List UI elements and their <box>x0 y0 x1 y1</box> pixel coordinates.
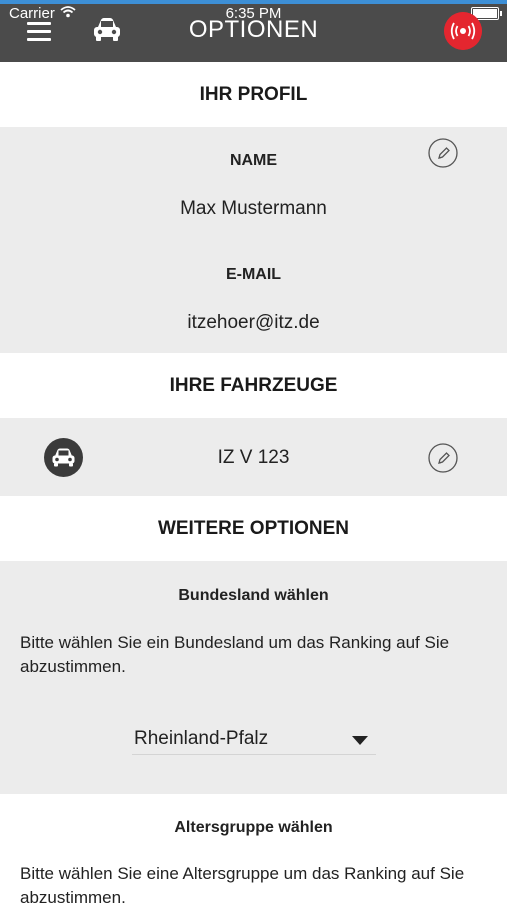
state-select[interactable]: Rheinland-Pfalz <box>132 722 376 755</box>
state-option-description: Bitte wählen Sie ein Bundesland um das R… <box>20 633 450 676</box>
more-options-section-title: WEITERE OPTIONEN <box>0 496 507 561</box>
age-option-title: Altersgruppe wählen <box>174 819 333 836</box>
page-title: OPTIONEN <box>188 16 319 43</box>
broadcast-icon[interactable] <box>444 12 482 50</box>
name-value: Max Mustermann <box>180 198 327 219</box>
edit-profile-pencil-icon[interactable] <box>428 138 458 168</box>
vehicle-row[interactable]: IZ V 123 <box>0 418 507 496</box>
header-accent-line <box>0 0 507 4</box>
state-select-value: Rheinland-Pfalz <box>134 728 269 749</box>
state-option-title: Bundesland wählen <box>178 587 329 604</box>
vehicles-section-title: IHRE FAHRZEUGE <box>0 353 507 418</box>
chevron-down-icon <box>352 736 368 745</box>
state-option-card: Bundesland wählen Bitte wählen Sie ein B… <box>0 561 507 794</box>
email-label: E-MAIL <box>225 266 282 283</box>
app-header: Carrier 6:35 PM OPTIONEN <box>0 0 507 62</box>
age-option-description: Bitte wählen Sie eine Altersgruppe um da… <box>20 864 465 907</box>
email-value: itzehoer@itz.de <box>187 312 320 333</box>
edit-vehicle-pencil-icon[interactable] <box>428 443 458 473</box>
profile-card: NAME Max Mustermann E-MAIL itzehoer@itz.… <box>0 127 507 353</box>
profile-section-title: IHR PROFIL <box>0 62 507 127</box>
